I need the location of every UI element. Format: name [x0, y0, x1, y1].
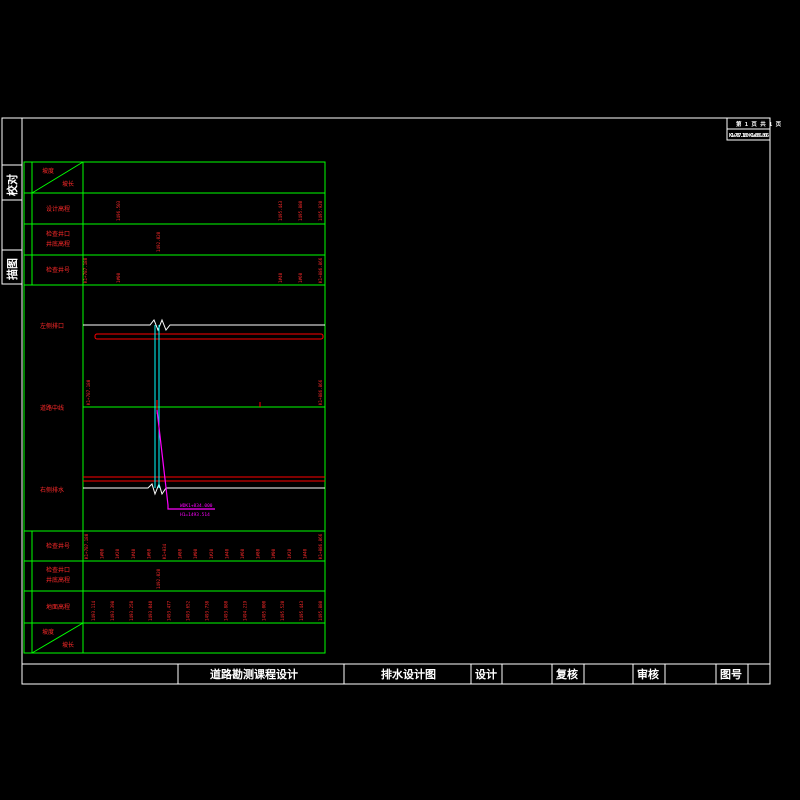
top-row-design-elev: 设计高程 [46, 205, 70, 213]
bot-header-slope: 坡度 [42, 628, 54, 636]
bottom-table-value: 1#60 [146, 548, 151, 559]
bottom-table-value: 1#00 [271, 548, 276, 559]
title-drawing: 排水设计图 [381, 667, 436, 681]
top-val: 1492.020 [156, 231, 161, 252]
bot-row-well-no: 检查井号 [46, 542, 70, 550]
bottom-table-value: 1493.114 [91, 600, 96, 621]
bot-row-well-mouth: 检查井口 [46, 566, 70, 574]
top-row-well-bottom: 井底高程 [46, 240, 70, 248]
station-range: K1+787.180~K1+886.866 [729, 133, 770, 139]
bottom-table-value: 1493.398 [110, 600, 115, 621]
bottom-table-value: 1#40 [224, 548, 229, 559]
bottom-table-value: 1#80 [178, 548, 183, 559]
bottom-table-value: 1494.219 [242, 600, 247, 621]
bottom-row3-values: 1493.114 1493.398 1493.258 1493.040 1493.477… [91, 600, 323, 621]
callout-elevation: H1=1493.514 [180, 512, 210, 518]
bottom-table-value: K1+886.866 [318, 533, 323, 559]
bottom-table-value: 1#80 [256, 548, 261, 559]
bottom-table-value: 1#40 [131, 548, 136, 559]
top-val: K1+886.866 [318, 257, 323, 283]
top-row-well-no: 检查井号 [46, 266, 70, 274]
bottom-table-value: 1493.738 [205, 600, 210, 621]
top-header-length: 坡长 [62, 180, 74, 188]
title-drawing-no: 图号 [720, 668, 742, 681]
bottom-table-value: 1493.477 [167, 600, 172, 621]
top-val: 1#60 [298, 272, 303, 283]
bottom-table-value: 1#20 [115, 548, 120, 559]
top-val: 1495.920 [318, 200, 323, 221]
bottom-table-value: 1493.040 [148, 600, 153, 621]
side-label-tracing: 描图 [5, 258, 19, 280]
title-design: 设计 [475, 667, 497, 681]
page-info: 第 1 页 共 1 页 [736, 120, 782, 128]
bot-row-well-bottom: 井底高程 [46, 576, 70, 584]
bottom-row1-values: K1+787.180 1#00 1#20 1#40 1#60 K1+834 1#80 1#00… [84, 533, 323, 559]
bottom-table-value: 1493.258 [129, 600, 134, 621]
title-audit: 审核 [637, 667, 659, 681]
top-val: K1+787.180 [83, 257, 88, 283]
top-val: 1#00 [116, 272, 121, 283]
bottom-table-value: K1+787.180 [84, 533, 89, 559]
plan-station-left: K1+787.180 [86, 379, 91, 405]
top-header-slope: 坡度 [42, 167, 54, 175]
bottom-table-value: K1+834 [162, 543, 167, 559]
bottom-table-value: 1#20 [287, 548, 292, 559]
bottom-table-value: 1#00 [100, 548, 105, 559]
bottom-table-value: 1495.443 [299, 600, 304, 621]
bottom-table-value: 1#60 [240, 548, 245, 559]
bottom-table-value: 1#40 [302, 548, 307, 559]
side-label-proofread: 校对 [5, 174, 19, 196]
callout-station: WDK1+834.000 [180, 503, 213, 509]
bot-val: 1492.020 [156, 568, 161, 589]
bottom-table-value: 1493.880 [223, 600, 228, 621]
plan-station-right: K1+886.866 [318, 379, 323, 405]
top-row-well-mouth: 检查井口 [46, 230, 70, 238]
top-val: 1#40 [278, 272, 283, 283]
bottom-table-value: 1495.000 [261, 600, 266, 621]
plan-label-right-drain: 右侧排水 [40, 486, 64, 494]
bot-row-ground-elev: 地面高程 [46, 603, 70, 611]
top-val: 1496.503 [116, 200, 121, 221]
bottom-table-value: 1#20 [209, 548, 214, 559]
top-val: 1495.443 [278, 200, 283, 221]
bottom-table-value: 1#00 [193, 548, 198, 559]
plan-area [23, 284, 326, 532]
bottom-table-value: 1493.652 [186, 600, 191, 621]
drawing-sheet: 校对 描图 第 1 页 共 1 页 K1+787.180~K1+886.866 … [1, 117, 782, 685]
title-project: 道路勘测课程设计 [210, 667, 298, 681]
title-review: 复核 [555, 667, 578, 681]
bottom-table-value: 1495.880 [318, 600, 323, 621]
plan-label-centerline: 道路中线 [40, 404, 64, 412]
plan-label-left-outlet: 左侧排口 [40, 322, 64, 330]
bottom-table-value: 1495.520 [280, 600, 285, 621]
bot-header-length: 坡长 [62, 641, 74, 649]
top-val: 1495.880 [298, 200, 303, 221]
